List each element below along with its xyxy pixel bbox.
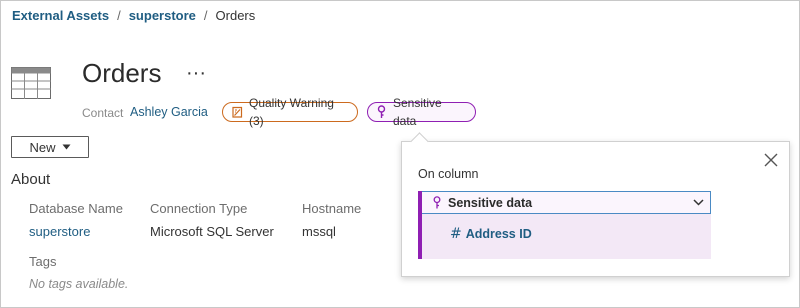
contact-label: Contact [82, 106, 124, 120]
column-item-address-id[interactable]: # Address ID [450, 226, 532, 242]
sensitive-data-label: Sensitive data [393, 96, 442, 128]
connection-type-label: Connection Type [150, 201, 248, 216]
new-button[interactable]: New [11, 136, 89, 158]
tags-empty-text: No tags available. [29, 277, 129, 291]
about-heading: About [11, 171, 51, 188]
warning-icon [232, 106, 243, 118]
breadcrumb-separator: / [203, 8, 208, 23]
chevron-down-icon [693, 199, 704, 206]
breadcrumb-external-assets[interactable]: External Assets [12, 8, 109, 23]
key-icon [433, 196, 441, 209]
sensitive-data-badge[interactable]: Sensitive data [367, 96, 476, 128]
hostname-label: Hostname [302, 201, 362, 216]
breadcrumb-separator: / [117, 8, 121, 23]
more-actions-button[interactable]: ··· [186, 62, 206, 85]
popover-heading: On column [418, 167, 479, 181]
quality-warning-label: Quality Warning (3) [249, 96, 334, 128]
database-name-link[interactable]: superstore [29, 224, 90, 239]
new-button-label: New [29, 139, 56, 155]
breadcrumb-superstore[interactable]: superstore [129, 8, 196, 23]
caret-down-icon [62, 144, 70, 150]
breadcrumb: External Assets / superstore / Orders [12, 8, 255, 23]
close-icon[interactable] [762, 151, 780, 169]
breadcrumb-current: Orders [215, 8, 256, 23]
column-item-label: Address ID [465, 227, 532, 241]
key-icon [377, 105, 386, 118]
hash-icon: # [450, 226, 462, 242]
label-select-dropdown[interactable]: Sensitive data [418, 191, 711, 214]
page-title: Orders [82, 58, 162, 88]
selected-label-text: Sensitive data [448, 195, 533, 210]
table-icon [11, 67, 51, 99]
hostname-value: mssql [302, 224, 336, 239]
quality-warning-badge[interactable]: Quality Warning (3) [222, 96, 358, 128]
contact-name-link[interactable]: Ashley Garcia [130, 105, 208, 119]
database-name-label: Database Name [29, 201, 123, 216]
connection-type-value: Microsoft SQL Server [150, 224, 274, 239]
tags-label: Tags [29, 254, 57, 269]
sensitive-accent-bar [418, 191, 422, 259]
